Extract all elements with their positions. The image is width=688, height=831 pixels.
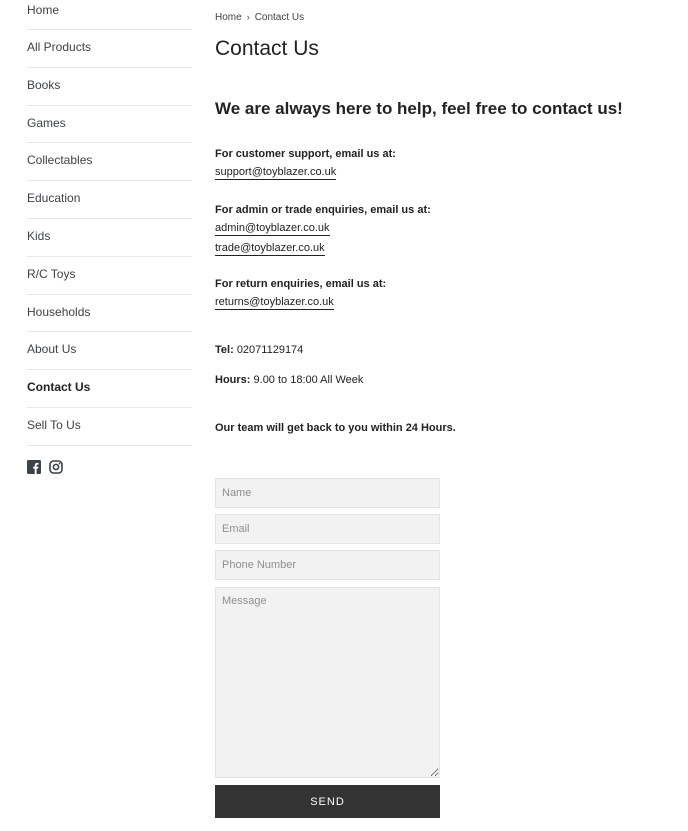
tel-label: Tel: <box>215 344 234 356</box>
support-email-link[interactable]: support@toyblazer.co.uk <box>215 165 337 180</box>
support-block: For customer support, email us at: suppo… <box>215 145 396 183</box>
hours-line: Hours: 9.00 to 18:00 All Week <box>215 374 363 386</box>
sidebar-item-households[interactable]: Households <box>27 295 192 333</box>
phone-input[interactable] <box>215 550 440 580</box>
facebook-icon[interactable] <box>27 459 41 474</box>
sidebar-item-kids[interactable]: Kids <box>27 219 192 257</box>
instagram-icon[interactable] <box>49 459 63 474</box>
page-title: Contact Us <box>215 37 319 60</box>
returns-block: For return enquiries, email us at: retur… <box>215 275 386 313</box>
sidebar-item-home[interactable]: Home <box>27 0 192 30</box>
tel-value: 02071129174 <box>236 344 304 356</box>
hours-value: 9.00 to 18:00 All Week <box>253 374 364 386</box>
trade-email-link[interactable]: trade@toyblazer.co.uk <box>215 241 325 256</box>
response-note-text: Our team will get back to you within 24 … <box>215 422 456 434</box>
message-textarea[interactable] <box>215 587 440 778</box>
telephone-line: Tel: 02071129174 <box>215 344 303 356</box>
contact-headline: We are always here to help, feel free to… <box>215 99 623 118</box>
breadcrumb-home-link[interactable]: Home <box>215 12 242 23</box>
sidebar-item-books[interactable]: Books <box>27 68 192 106</box>
breadcrumb-current: Contact Us <box>254 12 305 23</box>
sidebar-item-all-products[interactable]: All Products <box>27 30 192 68</box>
sidebar-item-contact-us[interactable]: Contact Us <box>27 370 192 408</box>
admin-trade-block: For admin or trade enquiries, email us a… <box>215 201 431 259</box>
returns-email-link[interactable]: returns@toyblazer.co.uk <box>215 295 334 310</box>
breadcrumb: Home › Contact Us <box>215 12 304 23</box>
response-note: Our team will get back to you within 24 … <box>215 422 456 434</box>
hours-label: Hours: <box>215 374 251 386</box>
send-button[interactable]: SEND <box>215 785 440 818</box>
breadcrumb-separator: › <box>246 12 250 22</box>
sidebar-item-sell-to-us[interactable]: Sell To Us <box>27 408 192 446</box>
email-input[interactable] <box>215 514 440 544</box>
admin-email-link[interactable]: admin@toyblazer.co.uk <box>215 221 330 236</box>
sidebar-item-rc-toys[interactable]: R/C Toys <box>27 257 192 295</box>
sidebar-nav: Home All Products Books Games Collectabl… <box>27 0 192 474</box>
sidebar-item-about-us[interactable]: About Us <box>27 332 192 371</box>
social-links <box>27 459 192 474</box>
name-input[interactable] <box>215 478 440 508</box>
support-label: For customer support, email us at: <box>215 148 396 160</box>
sidebar-item-education[interactable]: Education <box>27 181 192 219</box>
admin-trade-label: For admin or trade enquiries, email us a… <box>215 204 431 216</box>
sidebar-item-games[interactable]: Games <box>27 106 192 144</box>
returns-label: For return enquiries, email us at: <box>215 278 387 290</box>
sidebar-item-collectables[interactable]: Collectables <box>27 143 192 182</box>
